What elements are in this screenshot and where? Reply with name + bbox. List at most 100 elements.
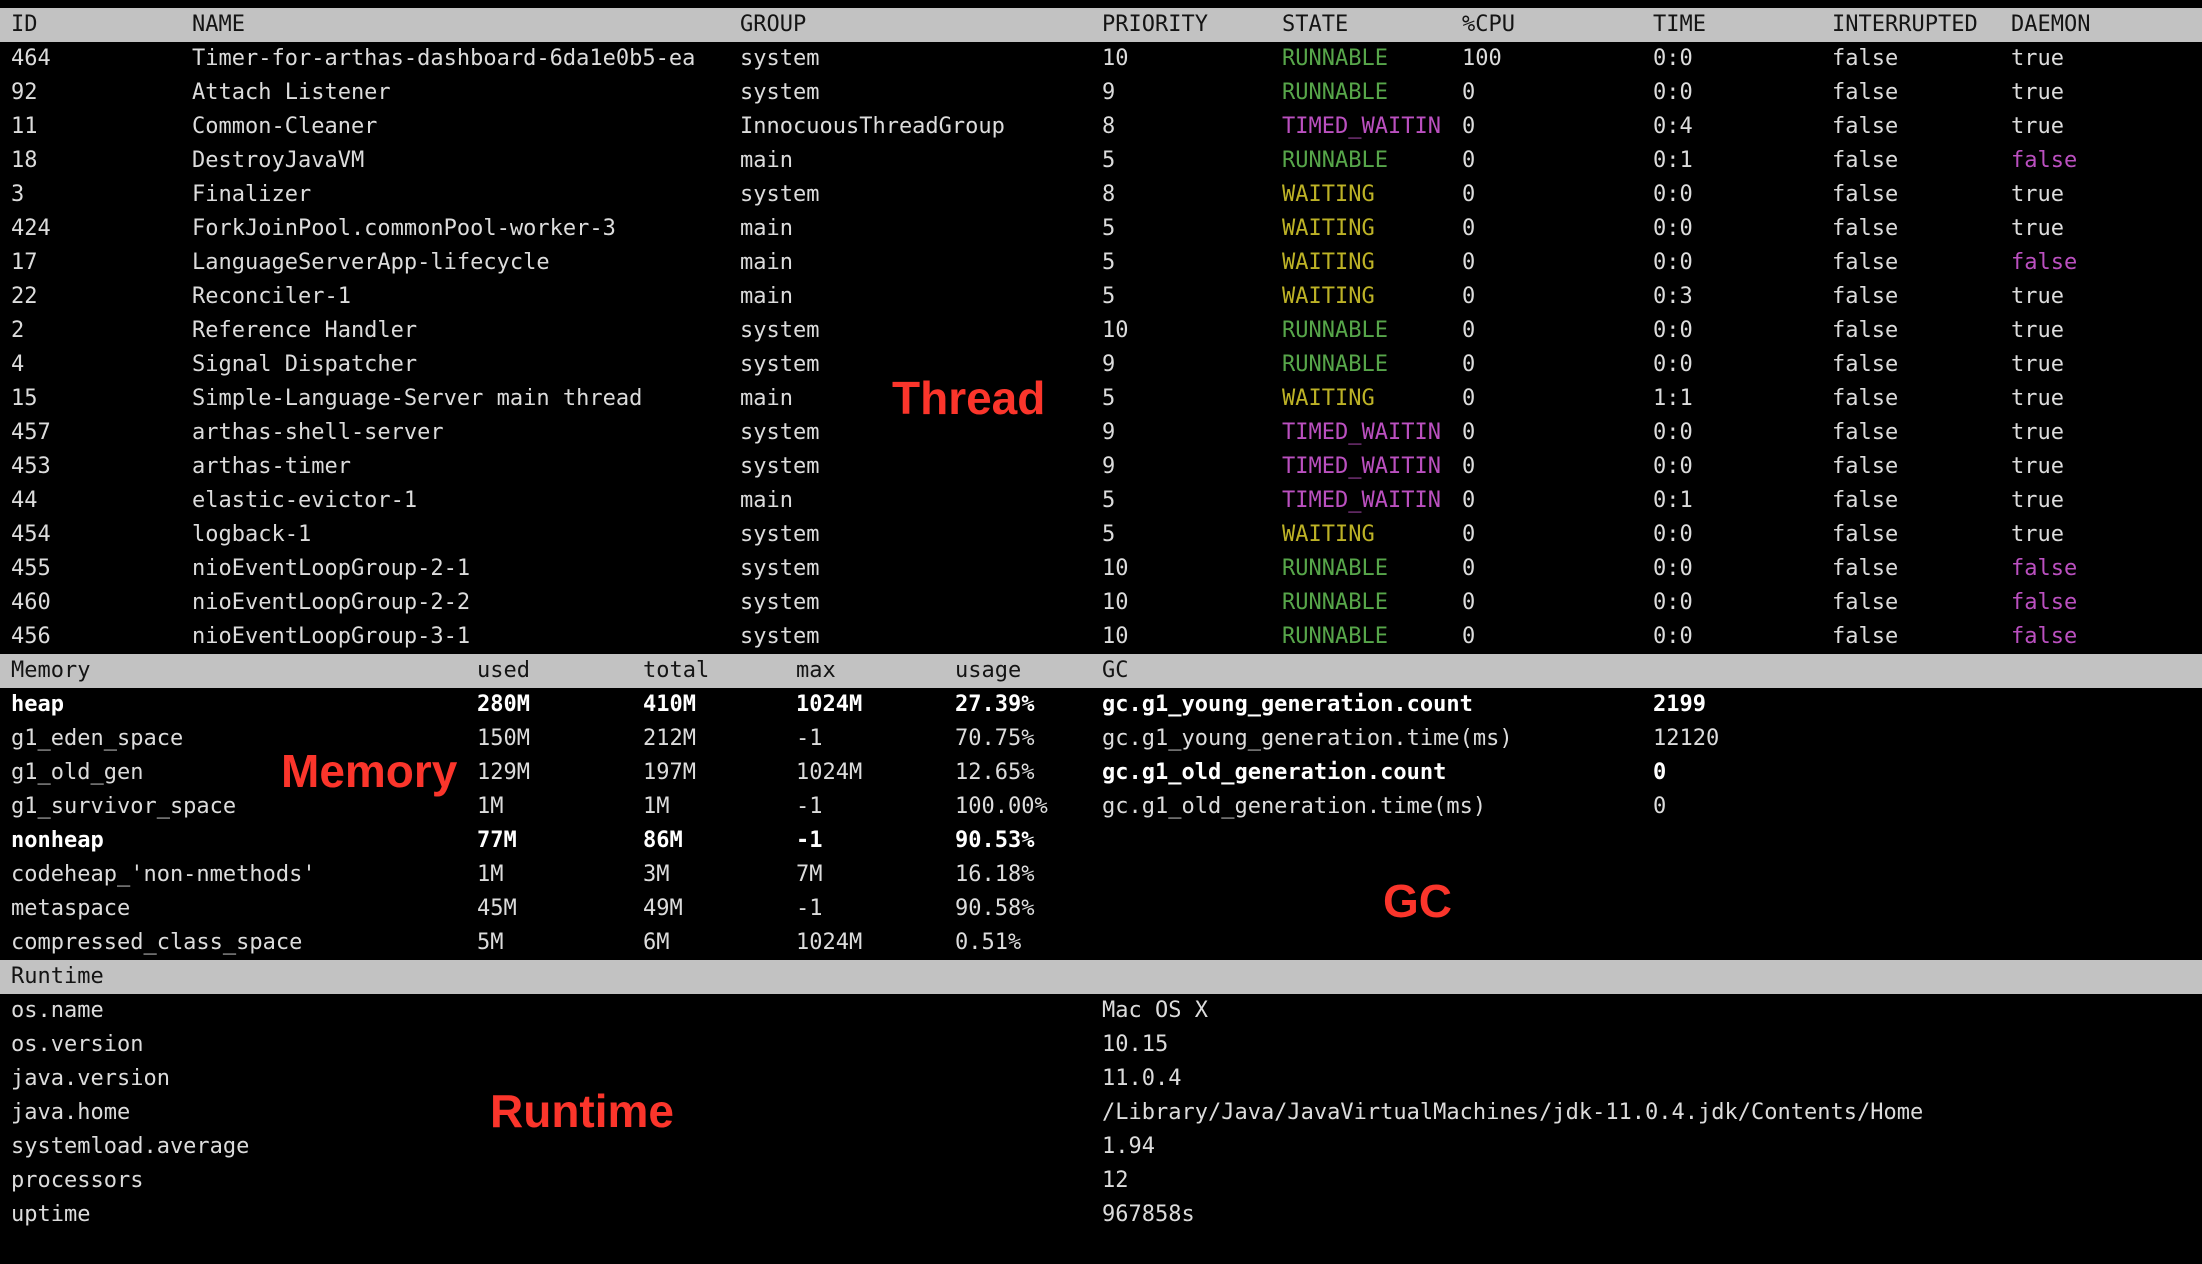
thread-name: nioEventLoopGroup-2-1 xyxy=(192,556,471,581)
thread-id: 4 xyxy=(11,352,25,377)
thread-interrupted: false xyxy=(1832,488,1899,513)
thread-priority: 10 xyxy=(1102,318,1129,343)
col-header-group: GROUP xyxy=(740,12,807,37)
thread-row: 460 nioEventLoopGroup-2-2 system 10 RUNN… xyxy=(0,586,2202,620)
memory-max: -1 xyxy=(796,794,823,819)
thread-time: 0:0 xyxy=(1653,182,1693,207)
memory-total: 49M xyxy=(643,896,683,921)
thread-cpu: 0 xyxy=(1462,250,1476,275)
thread-daemon: false xyxy=(2011,590,2078,615)
thread-daemon: true xyxy=(2011,522,2064,547)
arthas-dashboard: ID NAME GROUP PRIORITY STATE %CPU TIME I… xyxy=(0,0,2202,1232)
col-header-interrupted: INTERRUPTED xyxy=(1832,12,1978,37)
thread-row: 464 Timer-for-arthas-dashboard-6da1e0b5-… xyxy=(0,42,2202,76)
thread-interrupted: false xyxy=(1832,148,1899,173)
thread-id: 456 xyxy=(11,624,51,649)
memory-used: 150M xyxy=(477,726,530,751)
thread-time: 1:1 xyxy=(1653,386,1693,411)
memory-row: metaspace 45M 49M -1 90.58% xyxy=(0,892,2202,926)
runtime-row: os.version 10.15 xyxy=(0,1028,2202,1062)
thread-priority: 5 xyxy=(1102,284,1116,309)
thread-cpu: 0 xyxy=(1462,216,1476,241)
thread-priority: 9 xyxy=(1102,454,1116,479)
thread-priority: 5 xyxy=(1102,386,1116,411)
thread-time: 0:0 xyxy=(1653,420,1693,445)
thread-name: Reference Handler xyxy=(192,318,418,343)
thread-time: 0:4 xyxy=(1653,114,1693,139)
thread-state: WAITING xyxy=(1282,522,1375,547)
thread-priority: 5 xyxy=(1102,488,1116,513)
thread-interrupted: false xyxy=(1832,590,1899,615)
memory-usage: 16.18% xyxy=(955,862,1035,887)
runtime-row: uptime 967858s xyxy=(0,1198,2202,1232)
thread-time: 0:0 xyxy=(1653,46,1693,71)
thread-cpu: 0 xyxy=(1462,148,1476,173)
col-header-time: TIME xyxy=(1653,12,1706,37)
thread-state: RUNNABLE xyxy=(1282,624,1388,649)
thread-time: 0:0 xyxy=(1653,522,1693,547)
memory-row: codeheap_'non-nmethods' 1M 3M 7M 16.18% xyxy=(0,858,2202,892)
thread-name: ForkJoinPool.commonPool-worker-3 xyxy=(192,216,616,241)
memory-total: 6M xyxy=(643,930,670,955)
thread-id: 15 xyxy=(11,386,38,411)
memory-used: 77M xyxy=(477,828,517,853)
runtime-row: java.version 11.0.4 xyxy=(0,1062,2202,1096)
thread-time: 0:0 xyxy=(1653,216,1693,241)
thread-priority: 10 xyxy=(1102,590,1129,615)
thread-daemon: true xyxy=(2011,182,2064,207)
runtime-table-header: Runtime xyxy=(0,960,2202,994)
thread-daemon: true xyxy=(2011,488,2064,513)
thread-state: RUNNABLE xyxy=(1282,590,1388,615)
thread-priority: 8 xyxy=(1102,114,1116,139)
thread-id: 3 xyxy=(11,182,25,207)
col-header-gc: GC xyxy=(1102,658,1129,683)
thread-interrupted: false xyxy=(1832,318,1899,343)
thread-row: 15 Simple-Language-Server main thread ma… xyxy=(0,382,2202,416)
thread-row: 11 Common-Cleaner InnocuousThreadGroup 8… xyxy=(0,110,2202,144)
thread-id: 464 xyxy=(11,46,51,71)
col-header-max: max xyxy=(796,658,836,683)
thread-name: DestroyJavaVM xyxy=(192,148,365,173)
thread-daemon: true xyxy=(2011,454,2064,479)
col-header-id: ID xyxy=(11,12,38,37)
gc-table-body: gc.g1_young_generation.count 2199 gc.g1_… xyxy=(1102,688,2202,824)
thread-interrupted: false xyxy=(1832,624,1899,649)
thread-time: 0:0 xyxy=(1653,590,1693,615)
thread-cpu: 0 xyxy=(1462,80,1476,105)
memory-row: nonheap 77M 86M -1 90.53% xyxy=(0,824,2202,858)
runtime-value: Mac OS X xyxy=(1102,998,1208,1023)
thread-daemon: true xyxy=(2011,80,2064,105)
thread-cpu: 0 xyxy=(1462,556,1476,581)
thread-priority: 9 xyxy=(1102,80,1116,105)
thread-daemon: true xyxy=(2011,46,2064,71)
thread-priority: 9 xyxy=(1102,352,1116,377)
thread-time: 0:1 xyxy=(1653,488,1693,513)
runtime-row: systemload.average 1.94 xyxy=(0,1130,2202,1164)
thread-priority: 5 xyxy=(1102,522,1116,547)
thread-priority: 5 xyxy=(1102,216,1116,241)
thread-priority: 5 xyxy=(1102,250,1116,275)
thread-group: system xyxy=(740,318,820,343)
runtime-value: /Library/Java/JavaVirtualMachines/jdk-11… xyxy=(1102,1100,1924,1125)
gc-metric-value: 0 xyxy=(1653,760,1667,785)
thread-state: TIMED_WAITIN xyxy=(1282,454,1441,479)
thread-name: nioEventLoopGroup-3-1 xyxy=(192,624,471,649)
runtime-value: 10.15 xyxy=(1102,1032,1169,1057)
thread-state: RUNNABLE xyxy=(1282,148,1388,173)
thread-interrupted: false xyxy=(1832,386,1899,411)
thread-daemon: false xyxy=(2011,624,2078,649)
thread-priority: 10 xyxy=(1102,624,1129,649)
memory-pool-name: compressed_class_space xyxy=(11,930,303,955)
thread-row: 457 arthas-shell-server system 9 TIMED_W… xyxy=(0,416,2202,450)
thread-cpu: 0 xyxy=(1462,488,1476,513)
thread-interrupted: false xyxy=(1832,352,1899,377)
gc-metric-name: gc.g1_young_generation.time(ms) xyxy=(1102,726,1513,751)
thread-interrupted: false xyxy=(1832,454,1899,479)
thread-priority: 8 xyxy=(1102,182,1116,207)
thread-id: 2 xyxy=(11,318,25,343)
runtime-value: 12 xyxy=(1102,1168,1129,1193)
thread-name: Finalizer xyxy=(192,182,312,207)
annotation-memory: Memory xyxy=(281,745,458,797)
memory-pool-name: heap xyxy=(11,692,64,717)
thread-interrupted: false xyxy=(1832,420,1899,445)
